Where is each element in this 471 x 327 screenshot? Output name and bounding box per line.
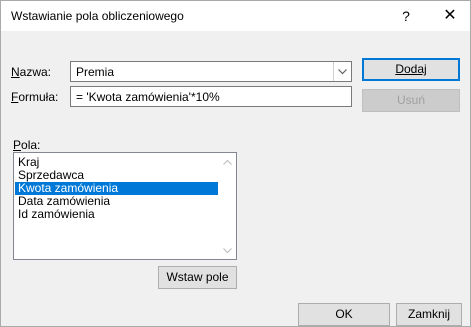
calculated-field-dialog: Wstawianie pola obliczeniowego ? ✕ Nazwa… [0,0,471,327]
name-input-value[interactable]: Premia [76,65,114,79]
list-item[interactable]: Id zamówienia [15,208,218,221]
insert-field-button-label: Wstaw pole [166,270,229,284]
formula-input-value[interactable]: = 'Kwota zamówienia'*10% [76,90,220,104]
close-dialog-button-label: Zamknij [407,307,450,321]
formula-label: Formuła: [11,90,58,104]
formula-input[interactable]: = 'Kwota zamówienia'*10% [70,86,352,107]
chevron-down-icon [338,68,347,74]
scroll-up-button[interactable] [219,153,236,170]
list-scrollbar[interactable] [219,153,236,259]
name-combobox[interactable]: Premia [70,61,352,82]
scroll-down-button[interactable] [219,242,236,259]
fields-label-text: ola: [21,138,41,152]
title-bar: Wstawianie pola obliczeniowego ? ✕ [1,1,470,31]
question-mark-icon: ? [402,8,410,24]
fields-label-accesskey: P [13,138,22,152]
insert-field-button[interactable]: Wstaw pole [158,266,237,289]
name-label-accesskey: N [11,65,20,79]
add-button[interactable]: Dodaj [362,58,460,81]
formula-label-text: ormuła: [18,90,59,104]
add-button-label: Dodaj [395,62,427,76]
delete-button-label: Usuń [396,93,425,107]
fields-listbox[interactable]: Kraj Sprzedawca Kwota zamówienia Data za… [13,152,237,260]
chevron-up-icon [223,159,232,165]
chevron-down-icon [223,247,232,253]
close-button[interactable]: ✕ [438,5,462,27]
close-dialog-button[interactable]: Zamknij [396,303,462,326]
fields-label: Pola: [13,138,40,152]
close-icon: ✕ [443,7,457,24]
help-button[interactable]: ? [394,5,418,27]
name-label-text: azwa: [19,65,52,79]
delete-button[interactable]: Usuń [362,89,460,112]
dialog-title: Wstawianie pola obliczeniowego [11,9,184,23]
name-dropdown-button[interactable] [333,62,351,81]
ok-button-label: OK [335,307,353,321]
ok-button[interactable]: OK [298,303,390,326]
name-label: Nazwa: [11,65,51,79]
